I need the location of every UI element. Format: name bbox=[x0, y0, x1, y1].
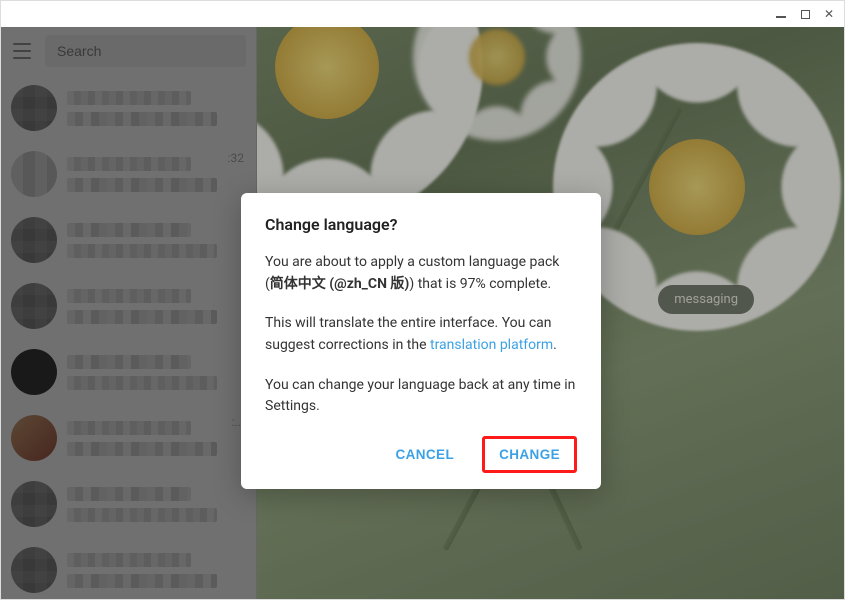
dialog-title: Change language? bbox=[265, 215, 577, 234]
change-button[interactable]: CHANGE bbox=[485, 439, 574, 470]
window-close-button[interactable] bbox=[822, 7, 836, 21]
change-language-dialog: Change language? You are about to apply … bbox=[241, 193, 601, 489]
sidebar-shade bbox=[1, 27, 257, 599]
cancel-button[interactable]: CANCEL bbox=[381, 436, 468, 473]
dialog-body-1: You are about to apply a custom language… bbox=[265, 252, 577, 295]
dialog-actions: CANCEL CHANGE bbox=[265, 436, 577, 473]
dialog-body-2: This will translate the entire interface… bbox=[265, 313, 577, 356]
change-button-highlight: CHANGE bbox=[482, 436, 577, 473]
window-titlebar bbox=[1, 1, 844, 27]
window-maximize-button[interactable] bbox=[798, 7, 812, 21]
window-minimize-button[interactable] bbox=[774, 7, 788, 21]
translation-platform-link[interactable]: translation platform bbox=[430, 337, 553, 353]
language-pack-name: 简体中文 (@zh_CN 版) bbox=[270, 276, 410, 292]
dialog-body-3: You can change your language back at any… bbox=[265, 375, 577, 418]
